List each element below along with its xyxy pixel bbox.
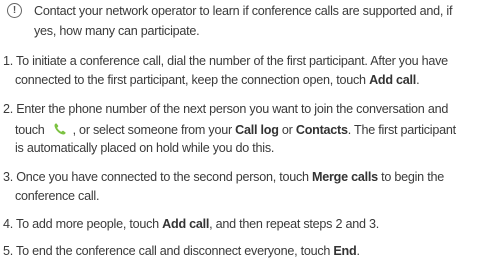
end-term: End [333,244,357,258]
conference-call-instructions: ! Contact your network operator to learn… [0,0,504,267]
merge-calls-term: Merge calls [312,170,378,184]
step-1-line-1: 1. To initiate a conference call, dial t… [3,54,448,68]
note-line-1: Contact your network operator to learn i… [34,4,453,18]
step-4-text: 4. To add more people, touch [3,217,163,231]
step-1-text: connected to the first participant, keep… [15,73,370,87]
step-3-line-1: 3. Once you have connected to the second… [3,169,444,185]
add-call-term-2: Add call [162,217,210,231]
step-4: 4. To add more people, touch Add call, a… [3,216,379,232]
step-4-repeat: , and then repeat steps 2 and 3. [209,217,379,231]
step-2-select: , or select someone from your [72,123,236,137]
step-5-period: . [356,244,360,258]
note-line-2: yes, how many can participate. [34,24,200,38]
step-2-line-1: 2. Enter the phone number of the next pe… [3,102,449,116]
step-3-begin: to begin the [377,170,444,184]
call-log-term: Call log [235,123,279,137]
step-2-line-3: is automatically placed on hold while yo… [15,141,275,155]
step-2-participant: . The first participant [347,123,456,137]
exclamation-note-icon: ! [7,3,22,18]
green-phone-icon [53,122,67,136]
step-2-or: or [278,123,296,137]
add-call-term: Add call [369,73,417,87]
step-2-line-2: touch , or select someone from your Call … [15,122,456,138]
step-2-touch: touch [15,123,45,137]
contacts-term: Contacts [295,123,348,137]
step-5-text: 5. To end the conference call and discon… [3,244,334,258]
step-1-line-2: connected to the first participant, keep… [15,72,420,88]
step-5: 5. To end the conference call and discon… [3,243,360,259]
step-3-text: 3. Once you have connected to the second… [3,170,313,184]
step-1-period: . [416,73,420,87]
step-3-line-2: conference call. [15,189,100,203]
